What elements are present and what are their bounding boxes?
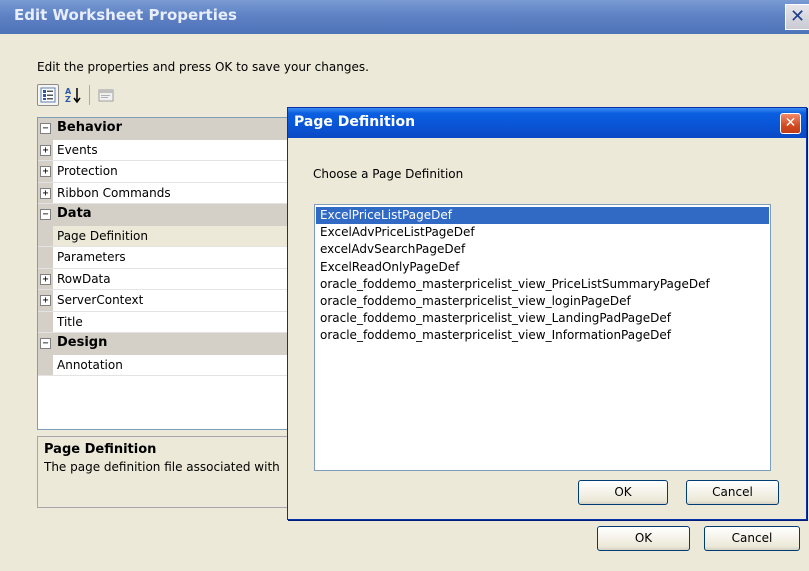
category-data[interactable]: − Data <box>38 204 289 226</box>
outer-ok-button[interactable]: OK <box>597 526 690 551</box>
dialog-titlebar[interactable]: Page Definition ✕ <box>288 108 806 138</box>
property-row-events[interactable]: + Events <box>38 139 289 161</box>
property-row-page-definition[interactable]: Page Definition <box>38 225 289 247</box>
property-label: ServerContext <box>57 293 144 307</box>
dialog-cancel-button[interactable]: Cancel <box>686 480 779 505</box>
property-row-parameters[interactable]: Parameters <box>38 247 289 269</box>
property-pages-icon <box>98 89 114 102</box>
outer-window-title: Edit Worksheet Properties <box>14 6 237 24</box>
list-item[interactable]: oracle_foddemo_masterpricelist_view_Pric… <box>316 276 769 293</box>
expand-icon[interactable]: + <box>40 166 51 177</box>
close-icon: ✕ <box>789 6 806 27</box>
collapse-icon[interactable]: − <box>40 209 51 220</box>
expand-icon[interactable]: + <box>40 273 51 285</box>
dialog-prompt: Choose a Page Definition <box>313 167 464 181</box>
categorized-icon <box>40 87 56 103</box>
collapse-icon[interactable]: − <box>40 338 51 349</box>
help-title: Page Definition <box>44 442 157 457</box>
property-row-servercontext[interactable]: + ServerContext <box>38 290 289 312</box>
property-row-ribbon-commands[interactable]: + Ribbon Commands <box>38 182 289 204</box>
category-label: Data <box>57 206 92 221</box>
category-label: Design <box>57 335 108 350</box>
dialog-ok-button[interactable]: OK <box>578 480 668 505</box>
property-label: Parameters <box>57 250 126 264</box>
categorized-button[interactable] <box>37 84 59 106</box>
outer-cancel-button[interactable]: Cancel <box>704 526 800 551</box>
property-help-pane: Page Definition The page definition file… <box>37 436 289 508</box>
property-pages-button[interactable] <box>95 84 117 106</box>
property-grid-toolbar: A Z <box>37 84 117 108</box>
alphabetical-sort-icon: A Z <box>65 87 81 104</box>
expand-icon[interactable]: + <box>40 187 51 199</box>
property-row-protection[interactable]: + Protection <box>38 161 289 183</box>
property-row-rowdata[interactable]: + RowData <box>38 268 289 290</box>
expand-icon[interactable]: + <box>40 295 51 306</box>
list-item[interactable]: ExcelAdvPriceListPageDef <box>316 224 769 241</box>
category-label: Behavior <box>57 120 123 135</box>
list-item[interactable]: ExcelPriceListPageDef <box>316 207 769 225</box>
page-definition-list[interactable]: ExcelPriceListPageDef ExcelAdvPriceListP… <box>314 204 771 471</box>
property-label: RowData <box>57 271 111 286</box>
row-gutter <box>38 354 53 375</box>
property-label: Ribbon Commands <box>57 185 171 200</box>
property-label: Protection <box>57 164 118 178</box>
close-icon: ✕ <box>784 115 797 131</box>
outer-titlebar[interactable]: Edit Worksheet Properties ✕ <box>0 0 809 34</box>
row-gutter <box>38 225 53 246</box>
dialog-body: Choose a Page Definition ExcelPriceListP… <box>291 138 803 518</box>
svg-text:Z: Z <box>65 95 71 104</box>
list-item[interactable]: oracle_foddemo_masterpricelist_view_Land… <box>316 310 769 327</box>
row-gutter <box>38 311 53 332</box>
alphabetical-button[interactable]: A Z <box>62 84 84 106</box>
dialog-title: Page Definition <box>294 114 416 130</box>
instructions-text: Edit the properties and press OK to save… <box>37 60 369 74</box>
outer-close-button[interactable]: ✕ <box>785 4 809 30</box>
property-grid[interactable]: − Behavior + Events + Protection + Ribbo… <box>37 117 289 430</box>
property-row-title[interactable]: Title <box>38 311 289 333</box>
list-item[interactable]: oracle_foddemo_masterpricelist_view_logi… <box>316 293 769 310</box>
category-behavior[interactable]: − Behavior <box>38 118 289 140</box>
list-item[interactable]: excelAdvSearchPageDef <box>316 241 769 258</box>
collapse-icon[interactable]: − <box>40 123 51 134</box>
list-item[interactable]: oracle_foddemo_masterpricelist_view_Info… <box>316 327 769 344</box>
toolbar-separator <box>89 85 90 105</box>
page-definition-dialog: Page Definition ✕ Choose a Page Definiti… <box>287 107 807 520</box>
category-design[interactable]: − Design <box>38 333 289 355</box>
property-label: Events <box>57 142 98 157</box>
property-row-annotation[interactable]: Annotation <box>38 354 289 376</box>
property-label: Title <box>57 314 83 329</box>
dialog-close-button[interactable]: ✕ <box>780 113 801 134</box>
row-gutter <box>38 247 53 268</box>
property-label: Page Definition <box>57 228 148 243</box>
property-label: Annotation <box>57 357 123 372</box>
list-item[interactable]: ExcelReadOnlyPageDef <box>316 259 769 276</box>
help-description: The page definition file associated with <box>44 460 280 474</box>
expand-icon[interactable]: + <box>40 144 51 156</box>
